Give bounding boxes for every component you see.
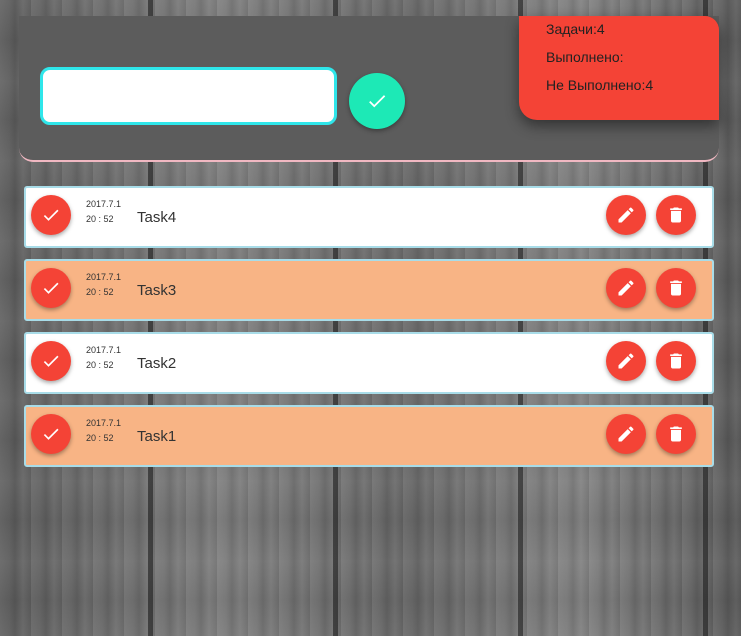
- edit-task-button[interactable]: [606, 195, 646, 235]
- trash-icon: [666, 278, 686, 298]
- task-list: 2017.7.1 20 : 52 Task4 2017.7.1 20 : 52 …: [24, 186, 714, 478]
- task-time: 20 : 52: [86, 287, 114, 297]
- edit-task-button[interactable]: [606, 341, 646, 381]
- task-time: 20 : 52: [86, 360, 114, 370]
- mark-done-button[interactable]: [31, 195, 71, 235]
- mark-done-button[interactable]: [31, 414, 71, 454]
- new-task-input[interactable]: [40, 67, 337, 125]
- delete-task-button[interactable]: [656, 341, 696, 381]
- task-name: Task3: [137, 282, 177, 299]
- task-date: 2017.7.1: [86, 345, 122, 355]
- task-name: Task1: [137, 428, 177, 445]
- mark-done-button[interactable]: [31, 341, 71, 381]
- pencil-icon: [616, 278, 636, 298]
- delete-task-button[interactable]: [656, 414, 696, 454]
- trash-icon: [666, 351, 686, 371]
- check-icon: [41, 278, 61, 298]
- edit-task-button[interactable]: [606, 268, 646, 308]
- check-icon: [41, 205, 61, 225]
- task-date: 2017.7.1: [86, 199, 122, 209]
- task-name: Task4: [137, 209, 177, 226]
- delete-task-button[interactable]: [656, 268, 696, 308]
- add-task-button[interactable]: [349, 73, 405, 129]
- task-time: 20 : 52: [86, 433, 114, 443]
- pencil-icon: [616, 205, 636, 225]
- trash-icon: [666, 205, 686, 225]
- task-name: Task2: [137, 355, 177, 372]
- check-icon: [41, 351, 61, 371]
- stats-panel: Задачи:4 Выполнено: Не Выполнено:4: [519, 16, 719, 120]
- task-row: 2017.7.1 20 : 52 Task1: [24, 405, 714, 467]
- trash-icon: [666, 424, 686, 444]
- delete-task-button[interactable]: [656, 195, 696, 235]
- pencil-icon: [616, 424, 636, 444]
- pencil-icon: [616, 351, 636, 371]
- pending-tasks-count: Не Выполнено:4: [546, 77, 654, 93]
- task-time: 20 : 52: [86, 214, 114, 224]
- check-icon: [41, 424, 61, 444]
- task-row: 2017.7.1 20 : 52 Task4: [24, 186, 714, 248]
- task-date: 2017.7.1: [86, 272, 122, 282]
- check-icon: [366, 90, 388, 112]
- total-tasks-count: Задачи:4: [546, 21, 605, 37]
- task-date: 2017.7.1: [86, 418, 122, 428]
- completed-tasks-count: Выполнено:: [546, 49, 624, 65]
- mark-done-button[interactable]: [31, 268, 71, 308]
- task-row: 2017.7.1 20 : 52 Task2: [24, 332, 714, 394]
- edit-task-button[interactable]: [606, 414, 646, 454]
- task-row: 2017.7.1 20 : 52 Task3: [24, 259, 714, 321]
